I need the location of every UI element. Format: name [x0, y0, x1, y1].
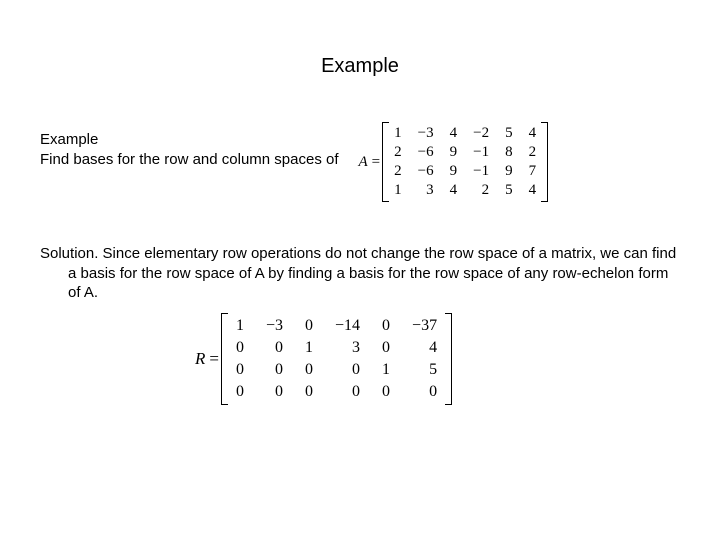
matrix-r-bracket: 1−30−140−37 001304 000015 000000	[225, 313, 448, 405]
table-row: 134254	[386, 181, 544, 200]
matrix-r-block: R = 1−30−140−37 001304 000015 000000	[40, 313, 680, 405]
matrix-r: 1−30−140−37 001304 000015 000000	[225, 315, 448, 403]
equals-sign: =	[372, 154, 380, 171]
table-row: 1−30−140−37	[225, 315, 448, 337]
page-title: Example	[40, 55, 680, 78]
problem-prompt: Example Find bases for the row and colum…	[40, 130, 339, 171]
matrix-r-equation: R = 1−30−140−37 001304 000015 000000	[195, 313, 448, 405]
matrix-a-equation: A = 1−34−254 2−69−182 2−69−197 134254	[359, 122, 545, 202]
equals-sign: =	[209, 349, 219, 369]
matrix-a-lhs: A	[359, 154, 368, 171]
solution-block: Solution. Since elementary row operation…	[40, 244, 680, 303]
table-row: 001304	[225, 337, 448, 359]
problem-row: Example Find bases for the row and colum…	[40, 130, 680, 202]
matrix-a-block: A = 1−34−254 2−69−182 2−69−197 134254	[359, 122, 545, 202]
matrix-r-lhs: R	[195, 349, 205, 369]
matrix-a: 1−34−254 2−69−182 2−69−197 134254	[386, 124, 544, 200]
table-row: 000000	[225, 381, 448, 403]
table-row: 1−34−254	[386, 124, 544, 143]
table-row: 000015	[225, 359, 448, 381]
matrix-a-bracket: 1−34−254 2−69−182 2−69−197 134254	[386, 122, 544, 202]
table-row: 2−69−197	[386, 162, 544, 181]
table-row: 2−69−182	[386, 143, 544, 162]
solution-text: Solution. Since elementary row operation…	[40, 244, 680, 303]
slide: Example Example Find bases for the row a…	[0, 0, 720, 540]
section-label: Example	[40, 130, 339, 150]
prompt-text: Find bases for the row and column spaces…	[40, 150, 339, 170]
